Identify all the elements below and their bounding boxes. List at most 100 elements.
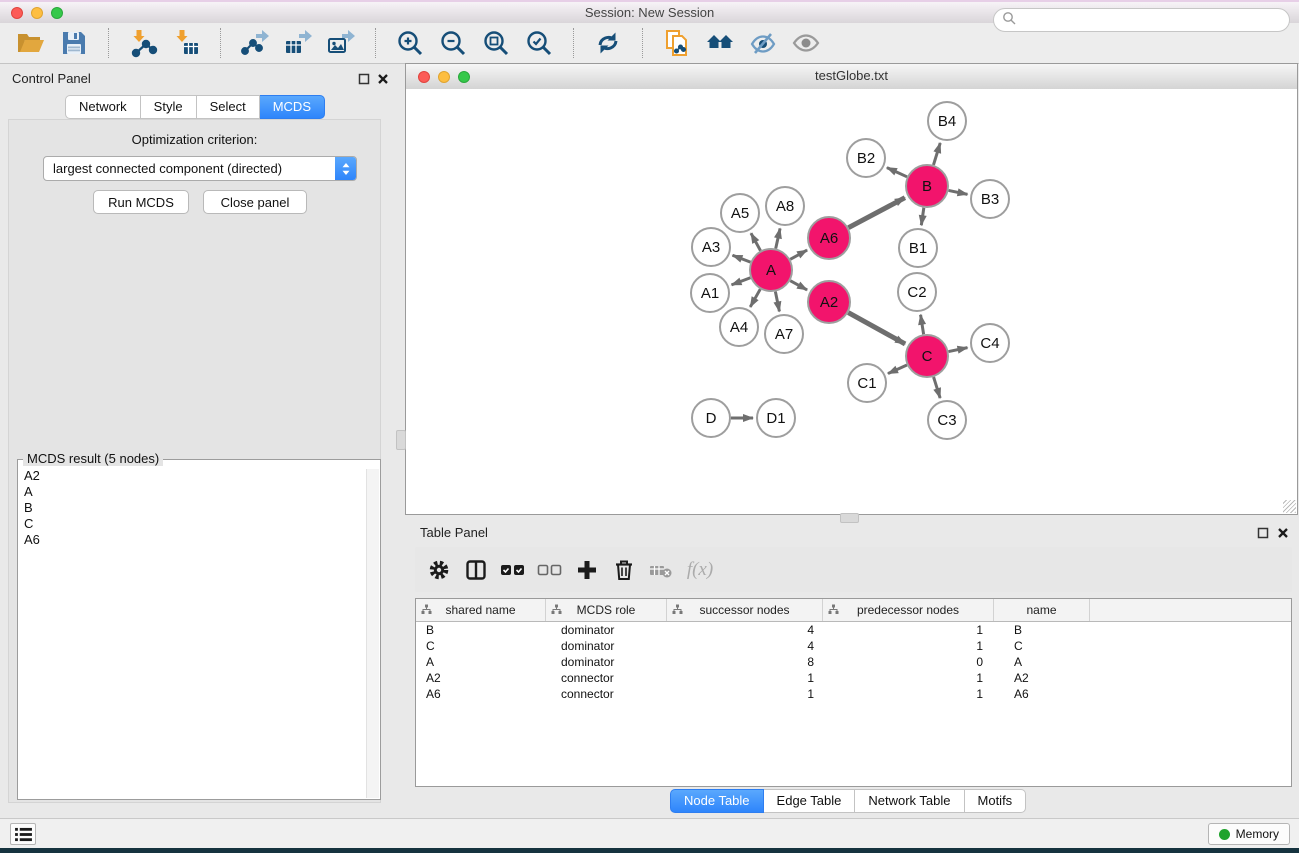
vertical-splitter-handle[interactable] [396, 430, 406, 450]
tab-select[interactable]: Select [197, 95, 260, 119]
export-network-button[interactable] [238, 26, 272, 60]
cell-shared-name[interactable]: A2 [416, 671, 546, 685]
horizontal-splitter-handle[interactable] [840, 513, 859, 523]
edge-B-B3[interactable] [949, 190, 968, 194]
cell-shared-name[interactable]: A [416, 655, 546, 669]
edge-C-C1[interactable] [888, 365, 907, 374]
cell-name[interactable]: A [994, 655, 1090, 669]
resize-grip[interactable] [1283, 500, 1296, 513]
search-input[interactable] [1021, 12, 1281, 29]
column-header-MCDS-role[interactable]: MCDS role [546, 599, 667, 621]
edge-C-C2[interactable] [921, 315, 924, 335]
memory-button[interactable]: Memory [1208, 823, 1290, 845]
open-folder-button[interactable] [14, 26, 48, 60]
edge-A-A5[interactable] [751, 233, 761, 250]
result-item[interactable]: B [24, 500, 366, 516]
export-image-button[interactable] [324, 26, 358, 60]
function-builder-button[interactable]: f(x) [684, 555, 712, 585]
cell-shared-name[interactable]: A6 [416, 687, 546, 701]
cell-name[interactable]: C [994, 639, 1090, 653]
cell-predecessor-nodes[interactable]: 0 [823, 655, 994, 669]
tab-mcds[interactable]: MCDS [260, 95, 325, 119]
optimization-criterion-select[interactable]: largest connected component (directed) [43, 156, 357, 181]
cell-name[interactable]: B [994, 623, 1090, 637]
zoom-selected-button[interactable] [522, 26, 556, 60]
column-header-name[interactable]: name [994, 599, 1090, 621]
import-table-button[interactable] [169, 26, 203, 60]
edge-A6-B[interactable] [848, 198, 904, 228]
cell-name[interactable]: A6 [994, 687, 1090, 701]
tab-edge-table[interactable]: Edge Table [764, 789, 856, 813]
cell-predecessor-nodes[interactable]: 1 [823, 639, 994, 653]
network-canvas[interactable]: AA1A2A3A4A5A6A7A8BB1B2B3B4CC1C2C3C4DD1 [406, 89, 1297, 514]
cell-successor-nodes[interactable]: 1 [667, 687, 823, 701]
result-item[interactable]: A [24, 484, 366, 500]
edge-A2-C[interactable] [848, 313, 905, 344]
table-row[interactable]: Bdominator41B [416, 622, 1291, 638]
column-header-shared-name[interactable]: shared name [416, 599, 546, 621]
zoom-out-button[interactable] [436, 26, 470, 60]
refresh-button[interactable] [591, 26, 625, 60]
run-mcds-button[interactable]: Run MCDS [93, 190, 189, 214]
show-eye-button[interactable] [789, 26, 823, 60]
save-button[interactable] [57, 26, 91, 60]
edge-A-A8[interactable] [776, 228, 780, 248]
table-row[interactable]: Cdominator41C [416, 638, 1291, 654]
column-header-successor-nodes[interactable]: successor nodes [667, 599, 823, 621]
cell-successor-nodes[interactable]: 4 [667, 639, 823, 653]
close-panel-button[interactable]: Close panel [203, 190, 307, 214]
export-table-button[interactable] [281, 26, 315, 60]
split-columns-button[interactable] [462, 555, 490, 585]
task-history-button[interactable] [10, 823, 36, 845]
search-box[interactable] [993, 8, 1290, 32]
cell-successor-nodes[interactable]: 4 [667, 623, 823, 637]
edge-B-B1[interactable] [921, 208, 924, 225]
zoom-fit-button[interactable] [479, 26, 513, 60]
mcds-result-list[interactable]: A2ABCA6 [24, 468, 366, 797]
network-graph[interactable]: AA1A2A3A4A5A6A7A8BB1B2B3B4CC1C2C3C4DD1 [406, 89, 1297, 514]
edge-A-A3[interactable] [732, 255, 750, 262]
edge-B-B2[interactable] [887, 168, 907, 177]
edge-A-A6[interactable] [790, 250, 807, 259]
hide-panel-button[interactable] [746, 26, 780, 60]
result-scrollbar[interactable] [366, 469, 379, 798]
table-row[interactable]: A6connector11A6 [416, 686, 1291, 702]
cell-name[interactable]: A2 [994, 671, 1090, 685]
delete-table-button[interactable] [647, 555, 675, 585]
home-button[interactable] [703, 26, 737, 60]
table-panel-close-button[interactable] [1276, 526, 1290, 540]
column-header-predecessor-nodes[interactable]: predecessor nodes [823, 599, 994, 621]
cell-predecessor-nodes[interactable]: 1 [823, 671, 994, 685]
deselect-all-button[interactable] [536, 555, 564, 585]
tab-node-table[interactable]: Node Table [670, 789, 764, 813]
table-row[interactable]: A2connector11A2 [416, 670, 1291, 686]
cell-predecessor-nodes[interactable]: 1 [823, 687, 994, 701]
control-panel-close-button[interactable] [376, 72, 390, 86]
tab-style[interactable]: Style [141, 95, 197, 119]
control-panel-float-button[interactable] [357, 72, 371, 86]
import-network-button[interactable] [126, 26, 160, 60]
zoom-in-button[interactable] [393, 26, 427, 60]
add-column-button[interactable] [573, 555, 601, 585]
duplicate-network-button[interactable] [660, 26, 694, 60]
result-item[interactable]: C [24, 516, 366, 532]
tab-motifs[interactable]: Motifs [965, 789, 1027, 813]
edge-A-A1[interactable] [732, 278, 751, 285]
edge-B-B4[interactable] [933, 143, 940, 165]
result-item[interactable]: A6 [24, 532, 366, 548]
tab-network[interactable]: Network [65, 95, 141, 119]
cell-successor-nodes[interactable]: 1 [667, 671, 823, 685]
cell-MCDS-role[interactable]: connector [546, 671, 667, 685]
delete-column-button[interactable] [610, 555, 638, 585]
cell-MCDS-role[interactable]: dominator [546, 655, 667, 669]
cell-MCDS-role[interactable]: dominator [546, 639, 667, 653]
result-item[interactable]: A2 [24, 468, 366, 484]
cell-predecessor-nodes[interactable]: 1 [823, 623, 994, 637]
cell-MCDS-role[interactable]: dominator [546, 623, 667, 637]
tab-network-table[interactable]: Network Table [855, 789, 964, 813]
cell-shared-name[interactable]: C [416, 639, 546, 653]
cell-shared-name[interactable]: B [416, 623, 546, 637]
edge-A-A7[interactable] [775, 292, 779, 312]
edge-A-A4[interactable] [750, 289, 760, 307]
cell-successor-nodes[interactable]: 8 [667, 655, 823, 669]
